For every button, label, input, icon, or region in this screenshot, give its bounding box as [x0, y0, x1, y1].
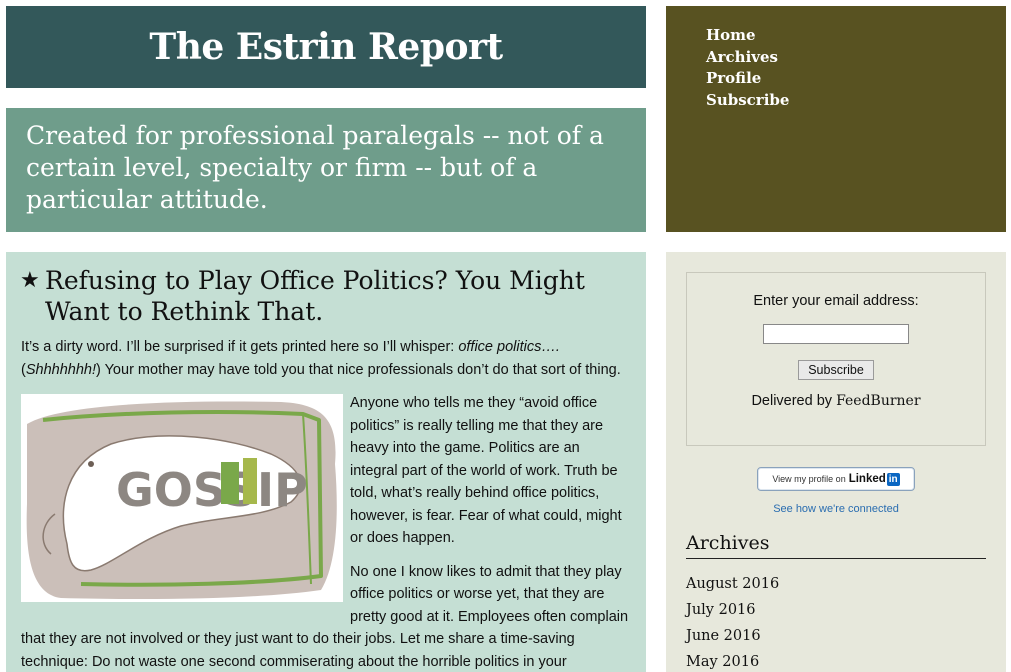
- nav-link-archives[interactable]: Archives: [706, 47, 789, 69]
- linkedin-profile-button[interactable]: View my profile on Linked in: [757, 467, 915, 491]
- sidebar: Enter your email address: Subscribe Deli…: [666, 252, 1006, 672]
- site-tagline: Created for professional paralegals -- n…: [26, 120, 632, 216]
- subscribe-button[interactable]: Subscribe: [798, 360, 874, 380]
- archive-link-june-2016[interactable]: June 2016: [686, 623, 779, 649]
- nav-item-profile: Profile: [706, 68, 789, 90]
- top-navigation: Home Archives Profile Subscribe: [666, 6, 1006, 232]
- nav-item-subscribe: Subscribe: [706, 90, 789, 112]
- star-icon: ★: [20, 265, 40, 295]
- site-header: The Estrin Report: [6, 6, 646, 88]
- post-title[interactable]: Refusing to Play Office Politics? You Mi…: [20, 265, 630, 327]
- linkedin-view-text: View my profile on: [772, 474, 845, 484]
- subscribe-form: Enter your email address: Subscribe Deli…: [686, 272, 986, 446]
- gossip-text: GOSSIP: [116, 463, 308, 517]
- linkedin-in-icon: in: [887, 473, 900, 486]
- post-text: It’s a dirty word. I’ll be surprised if …: [21, 339, 458, 355]
- post-paragraph: It’s a dirty word. I’ll be surprised if …: [21, 336, 631, 381]
- archives-heading: Archives: [686, 531, 986, 559]
- archive-link-may-2016[interactable]: May 2016: [686, 649, 779, 672]
- gossip-illustration: GOSSIP: [21, 394, 343, 602]
- archive-item: August 2016: [686, 571, 779, 597]
- archive-item: July 2016: [686, 597, 779, 623]
- post-header: ★ Refusing to Play Office Politics? You …: [20, 265, 630, 327]
- archive-link-august-2016[interactable]: August 2016: [686, 571, 779, 597]
- nav-item-home: Home: [706, 25, 789, 47]
- nav-link-home[interactable]: Home: [706, 25, 789, 47]
- linkedin-connected-link[interactable]: See how we're connected: [666, 503, 1006, 515]
- archive-link-july-2016[interactable]: July 2016: [686, 597, 779, 623]
- delivered-by: Delivered by FeedBurner: [687, 393, 985, 409]
- delivered-prefix: Delivered by: [751, 393, 836, 409]
- post-emphasis: Shhhhhhh!: [26, 362, 96, 378]
- tagline-banner: Created for professional paralegals -- n…: [6, 108, 646, 232]
- post-text: ) Your mother may have told you that nic…: [96, 362, 621, 378]
- feedburner-link[interactable]: FeedBurner: [836, 393, 920, 409]
- nav-link-subscribe[interactable]: Subscribe: [706, 90, 789, 112]
- archive-list: August 2016 July 2016 June 2016 May 2016: [686, 571, 779, 672]
- archive-item: May 2016: [686, 649, 779, 672]
- post-emphasis: office politics….: [458, 339, 560, 355]
- post-body: It’s a dirty word. I’ll be surprised if …: [21, 336, 631, 672]
- nav-item-archives: Archives: [706, 47, 789, 69]
- nav-link-profile[interactable]: Profile: [706, 68, 789, 90]
- email-label: Enter your email address:: [687, 293, 985, 309]
- nav-list: Home Archives Profile Subscribe: [706, 25, 789, 111]
- archive-item: June 2016: [686, 623, 779, 649]
- site-title[interactable]: The Estrin Report: [149, 26, 502, 68]
- email-input[interactable]: [763, 324, 909, 344]
- main-content: ★ Refusing to Play Office Politics? You …: [6, 252, 646, 672]
- linkedin-logo-text: Linked: [849, 473, 886, 485]
